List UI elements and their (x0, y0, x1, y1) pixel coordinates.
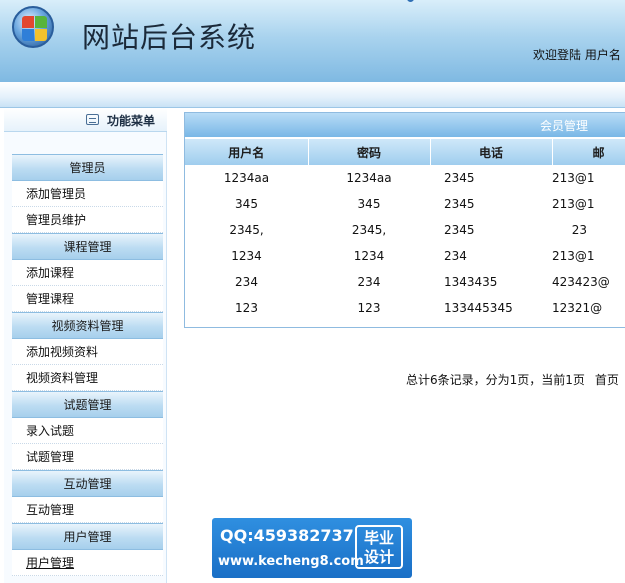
cell-password: 234 (357, 275, 381, 289)
column-header-password: 密码 (308, 139, 431, 165)
member-panel: 会员管理 用户名 密码 电话 邮 1234aa 1234aa 2345 213@… (184, 112, 625, 328)
table-row: 1234aa 1234aa 2345 213@1 (185, 165, 625, 191)
cell-email: 213@1 (552, 171, 595, 185)
pagination: 总计6条记录，分为1页，当前1页 首页 (406, 371, 619, 388)
cell-password: 1234 (353, 249, 385, 263)
cell-username: 234 (235, 275, 258, 289)
menu-item-manage-video[interactable]: 视频资料管理 (12, 365, 163, 391)
cell-phone: 2345 (444, 197, 475, 211)
menu-group-users[interactable]: 用户管理 (12, 523, 163, 550)
menu-group-questions[interactable]: 试题管理 (12, 391, 163, 418)
menu-item-enter-questions[interactable]: 录入试题 (12, 418, 163, 444)
menu-group-interaction[interactable]: 互动管理 (12, 470, 163, 497)
pagination-summary: 总计6条记录，分为1页，当前1页 (406, 373, 585, 387)
first-page-link[interactable]: 首页 (595, 373, 619, 387)
column-header-phone: 电话 (430, 139, 553, 165)
menu-item-manage-users[interactable]: 用户管理 (12, 550, 163, 576)
cell-password: 1234aa (346, 171, 392, 185)
cell-phone: 133445345 (444, 301, 513, 315)
welcome-text: 欢迎登陆 用户名 (533, 48, 621, 62)
cell-username: 2345, (229, 223, 264, 237)
site-title: 网站后台系统 (82, 21, 257, 54)
cell-email: 213@1 (552, 197, 595, 211)
function-menu: 管理员 添加管理员 管理员维护 课程管理 添加课程 管理课程 视频资料管理 添加… (12, 154, 163, 576)
cell-phone: 234 (444, 249, 467, 263)
menu-group-admin[interactable]: 管理员 (12, 154, 163, 181)
menu-item-add-admin[interactable]: 添加管理员 (12, 181, 163, 207)
cell-email: 23 (571, 223, 587, 237)
table-row: 1234 1234 234 213@1 (185, 243, 625, 269)
cell-email: 12321@ (552, 301, 603, 315)
sub-toolbar (0, 82, 625, 108)
cell-password: 2345, (351, 223, 387, 237)
member-table: 用户名 密码 电话 邮 1234aa 1234aa 2345 213@1 345… (185, 139, 625, 321)
panel-title: 会员管理 (185, 113, 625, 139)
cell-phone: 2345 (444, 223, 475, 237)
menu-item-maintain-admin[interactable]: 管理员维护 (12, 207, 163, 233)
menu-item-manage-course[interactable]: 管理课程 (12, 286, 163, 312)
menu-item-manage-interaction[interactable]: 互动管理 (12, 497, 163, 523)
column-header-username: 用户名 (185, 139, 309, 165)
cell-password: 123 (357, 301, 381, 315)
cell-username: 345 (235, 197, 258, 211)
cell-email: 213@1 (552, 249, 595, 263)
cell-phone: 1343435 (444, 275, 498, 289)
menu-item-add-course[interactable]: 添加课程 (12, 260, 163, 286)
table-row: 2345, 2345, 2345 23 (185, 217, 625, 243)
header-banner: 网站后台系统 欢迎登陆 用户名 (0, 0, 625, 82)
watermark-qq: QQ:459382737 (220, 526, 354, 545)
menu-icon (86, 114, 99, 125)
sidebar: 功能菜单 管理员 添加管理员 管理员维护 课程管理 添加课程 管理课程 视频资料… (4, 108, 167, 583)
main-content: 会员管理 用户名 密码 电话 邮 1234aa 1234aa 2345 213@… (184, 112, 625, 328)
table-row: 234 234 1343435 423423@ (185, 269, 625, 295)
table-row: 123 123 133445345 12321@ (185, 295, 625, 321)
sidebar-header: 功能菜单 (4, 108, 167, 132)
menu-group-video[interactable]: 视频资料管理 (12, 312, 163, 339)
watermark-badge: 毕业 设计 (355, 525, 403, 569)
menu-group-course[interactable]: 课程管理 (12, 233, 163, 260)
cell-username: 123 (235, 301, 258, 315)
table-row: 345 345 2345 213@1 (185, 191, 625, 217)
cell-username: 1234 (231, 249, 262, 263)
menu-item-manage-questions[interactable]: 试题管理 (12, 444, 163, 470)
windows-logo-icon (12, 6, 54, 48)
table-header-row: 用户名 密码 电话 邮 (185, 139, 625, 165)
watermark-site: www.kecheng8.com (218, 554, 364, 569)
column-header-email: 邮 (552, 139, 625, 165)
cell-password: 345 (357, 197, 381, 211)
cell-email: 423423@ (552, 275, 610, 289)
menu-item-add-video[interactable]: 添加视频资料 (12, 339, 163, 365)
cell-phone: 2345 (444, 171, 475, 185)
sidebar-title: 功能菜单 (107, 114, 156, 128)
cell-username: 1234aa (223, 171, 270, 185)
watermark-stamp: QQ:459382737 www.kecheng8.com 毕业 设计 (212, 518, 412, 578)
top-edge-indicator (407, 0, 497, 3)
